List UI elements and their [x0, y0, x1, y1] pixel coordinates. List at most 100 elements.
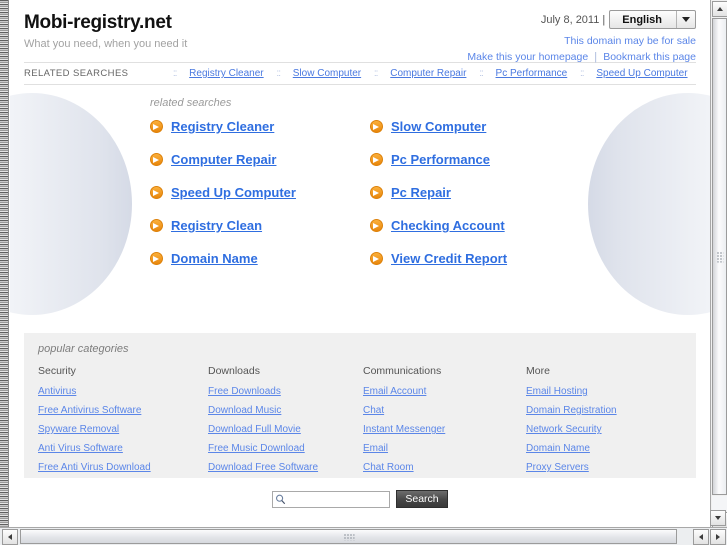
horizontal-scrollbar[interactable] [0, 527, 727, 545]
related-search-link[interactable]: Speed Up Computer [592, 68, 691, 79]
domain-for-sale-link[interactable]: This domain may be for sale [564, 35, 696, 47]
triangle-left-icon [8, 534, 12, 540]
related-searches-label: RELATED SEARCHES [24, 68, 129, 79]
language-selector[interactable]: English [609, 10, 696, 29]
search-input[interactable] [272, 490, 390, 508]
related-search-big-link[interactable]: Computer Repair [171, 152, 276, 167]
list-item[interactable]: Registry Cleaner [150, 119, 370, 134]
related-search-big-link[interactable]: Checking Account [391, 218, 505, 233]
list-item[interactable]: View Credit Report [370, 251, 590, 266]
category-link[interactable]: Spyware Removal [38, 424, 208, 435]
arrow-right-circle-icon [370, 153, 383, 166]
category-link[interactable]: Instant Messenger [363, 424, 526, 435]
category-link[interactable]: Free Music Download [208, 443, 363, 454]
dot-separator: :: [172, 68, 177, 79]
page-canvas: Mobi-registry.net What you need, when yo… [10, 0, 710, 531]
category-title: Communications [363, 365, 442, 377]
category-link[interactable]: Chat Room [363, 462, 526, 473]
dot-separator: :: [580, 68, 584, 79]
related-search-big-link[interactable]: Pc Performance [391, 152, 490, 167]
search-button[interactable]: Search [396, 490, 448, 508]
arrow-right-circle-icon [150, 153, 163, 166]
category-column-security: Security Antivirus Free Antivirus Softwa… [38, 365, 208, 481]
category-link[interactable]: Free Anti Virus Download [38, 462, 208, 473]
related-search-big-link[interactable]: Pc Repair [391, 185, 451, 200]
list-item[interactable]: Domain Name [150, 251, 370, 266]
category-link[interactable]: Antivirus [38, 386, 208, 397]
triangle-up-icon [717, 7, 723, 11]
related-search-link[interactable]: Slow Computer [289, 68, 365, 79]
grip-dots-icon [343, 533, 354, 540]
arrow-right-circle-icon [370, 120, 383, 133]
related-search-link[interactable]: Pc Performance [492, 68, 572, 79]
list-item[interactable]: Registry Clean [150, 218, 370, 233]
category-title: More [526, 365, 550, 377]
dot-separator: :: [479, 68, 483, 79]
current-date: July 8, 2011 | [540, 13, 606, 26]
decorative-circle-left [10, 93, 132, 315]
chevron-down-icon [676, 11, 695, 28]
date-and-language-row: July 8, 2011 | English [467, 10, 696, 29]
scroll-right-button[interactable] [710, 529, 726, 545]
search-row: Search [10, 490, 710, 508]
triangle-left-icon [699, 534, 703, 540]
decorative-circle-right [588, 93, 710, 315]
related-search-big-link[interactable]: Domain Name [171, 251, 258, 266]
related-search-big-link[interactable]: Registry Cleaner [171, 119, 274, 134]
make-homepage-link[interactable]: Make this your homepage [467, 51, 588, 63]
popular-categories-heading: popular categories [38, 343, 129, 355]
category-link[interactable]: Download Music [208, 405, 363, 416]
vertical-scrollbar-track[interactable] [712, 496, 727, 511]
list-item[interactable]: Computer Repair [150, 152, 370, 167]
main-content: related searches Registry Cleaner Slow C… [10, 85, 710, 325]
category-column-more: More Email Hosting Domain Registration N… [526, 365, 682, 481]
arrow-right-circle-icon [150, 252, 163, 265]
language-selector-label: English [622, 13, 662, 26]
related-searches-items: :: Registry Cleaner :: Slow Computer :: … [168, 68, 696, 79]
related-search-big-link[interactable]: Registry Clean [171, 218, 262, 233]
list-item[interactable]: Speed Up Computer [150, 185, 370, 200]
list-item[interactable]: Slow Computer [370, 119, 590, 134]
category-link[interactable]: Download Free Software [208, 462, 363, 473]
category-link[interactable]: Download Full Movie [208, 424, 363, 435]
list-item[interactable]: Checking Account [370, 218, 590, 233]
category-link[interactable]: Email Hosting [526, 386, 682, 397]
dot-separator: :: [373, 68, 378, 79]
arrow-right-circle-icon [150, 186, 163, 199]
list-item[interactable]: Pc Repair [370, 185, 590, 200]
related-search-link[interactable]: Computer Repair [386, 68, 470, 79]
vertical-scrollbar[interactable] [710, 0, 727, 531]
page-header: Mobi-registry.net What you need, when yo… [10, 0, 710, 63]
category-link[interactable]: Anti Virus Software [38, 443, 208, 454]
arrow-right-circle-icon [370, 186, 383, 199]
browser-viewport: Mobi-registry.net What you need, when yo… [0, 0, 727, 545]
category-link[interactable]: Email Account [363, 386, 526, 397]
bookmark-page-link[interactable]: Bookmark this page [603, 51, 696, 63]
grip-dots-icon [716, 251, 723, 262]
scroll-down-button[interactable] [710, 510, 726, 526]
category-link[interactable]: Chat [363, 405, 526, 416]
scroll-up-button[interactable] [712, 1, 727, 17]
category-link[interactable]: Domain Name [526, 443, 682, 454]
horizontal-scrollbar-thumb[interactable] [20, 529, 677, 544]
arrow-right-circle-icon [370, 252, 383, 265]
category-link[interactable]: Free Antivirus Software [38, 405, 208, 416]
category-link[interactable]: Domain Registration [526, 405, 682, 416]
related-search-link[interactable]: Registry Cleaner [185, 68, 267, 79]
category-link[interactable]: Proxy Servers [526, 462, 682, 473]
triangle-down-icon [715, 516, 721, 520]
category-link[interactable]: Network Security [526, 424, 682, 435]
category-link[interactable]: Free Downloads [208, 386, 363, 397]
scroll-left-button[interactable] [2, 529, 18, 545]
scroll-right-button-inner[interactable] [693, 529, 709, 545]
popular-categories-columns: Security Antivirus Free Antivirus Softwa… [38, 365, 682, 481]
related-search-big-link[interactable]: Slow Computer [391, 119, 486, 134]
category-link[interactable]: Email [363, 443, 526, 454]
related-search-big-link[interactable]: View Credit Report [391, 251, 507, 266]
header-utility-links: Make this your homepage | Bookmark this … [467, 51, 696, 63]
arrow-right-circle-icon [150, 120, 163, 133]
list-item[interactable]: Pc Performance [370, 152, 590, 167]
popular-categories-panel: popular categories Security Antivirus Fr… [24, 333, 696, 478]
related-search-big-link[interactable]: Speed Up Computer [171, 185, 296, 200]
vertical-scrollbar-thumb[interactable] [712, 18, 727, 495]
